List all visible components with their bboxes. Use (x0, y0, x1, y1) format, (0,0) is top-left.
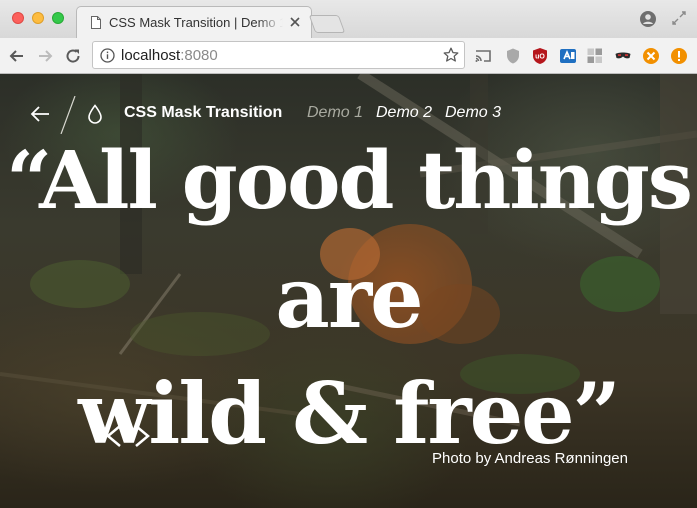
svg-text:uO: uO (535, 54, 545, 61)
quote-line-2: are (275, 248, 423, 347)
window-titlebar: CSS Mask Transition | Demo 1 (0, 0, 697, 38)
puzzle-icon[interactable] (586, 47, 604, 65)
window-maximize-button[interactable] (52, 12, 64, 24)
photo-credit[interactable]: Photo by Andreas Rønningen (432, 450, 628, 467)
demo-3-link[interactable]: Demo 3 (445, 104, 501, 122)
header-divider (60, 96, 76, 134)
bookmark-star-icon[interactable] (443, 47, 459, 63)
window-close-button[interactable] (12, 12, 24, 24)
back-arrow-icon[interactable] (8, 47, 26, 65)
reload-icon[interactable] (64, 47, 82, 65)
tab-title: CSS Mask Transition | Demo 1 (109, 15, 283, 30)
site-title[interactable]: CSS Mask Transition (124, 104, 282, 122)
browser-toolbar: localhost:8080 uO (0, 38, 697, 74)
demo-2-link[interactable]: Demo 2 (376, 104, 432, 122)
page-viewport: CSS Mask Transition Demo 1 Demo 2 Demo 3… (0, 74, 697, 508)
address-bar[interactable]: localhost:8080 (92, 41, 465, 69)
new-tab-button[interactable] (308, 15, 346, 33)
back-arrow-icon[interactable] (29, 103, 51, 125)
url-port: :8080 (180, 47, 218, 64)
close-icon[interactable] (289, 16, 301, 28)
url-host: localhost (121, 47, 181, 64)
profile-icon[interactable] (640, 11, 656, 27)
translate-icon[interactable] (559, 47, 577, 65)
quote-line-1: “All good things (6, 133, 693, 227)
shield-icon[interactable] (504, 47, 522, 65)
window-minimize-button[interactable] (32, 12, 44, 24)
cast-icon[interactable] (474, 47, 492, 65)
demo-1-link[interactable]: Demo 1 (307, 104, 363, 122)
ublock-icon[interactable]: uO (531, 47, 549, 65)
slide-nav-arrows-icon[interactable] (100, 422, 156, 450)
drop-icon (88, 104, 102, 124)
mask-icon[interactable] (614, 47, 632, 65)
forward-arrow-icon[interactable] (36, 47, 54, 65)
sync-icon[interactable] (642, 47, 660, 65)
alert-icon[interactable] (670, 47, 688, 65)
document-icon (91, 16, 101, 29)
info-icon[interactable] (100, 48, 115, 63)
browser-tab[interactable]: CSS Mask Transition | Demo 1 (76, 6, 312, 38)
url-text: localhost:8080 (121, 47, 218, 64)
fullscreen-icon[interactable] (672, 11, 686, 25)
